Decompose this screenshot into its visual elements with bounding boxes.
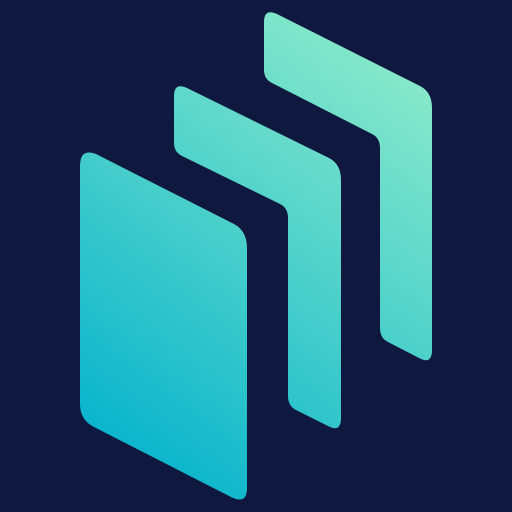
stacked-panels-logo-icon [0,0,512,512]
app-icon-canvas [0,0,512,512]
background-rect [0,0,512,512]
